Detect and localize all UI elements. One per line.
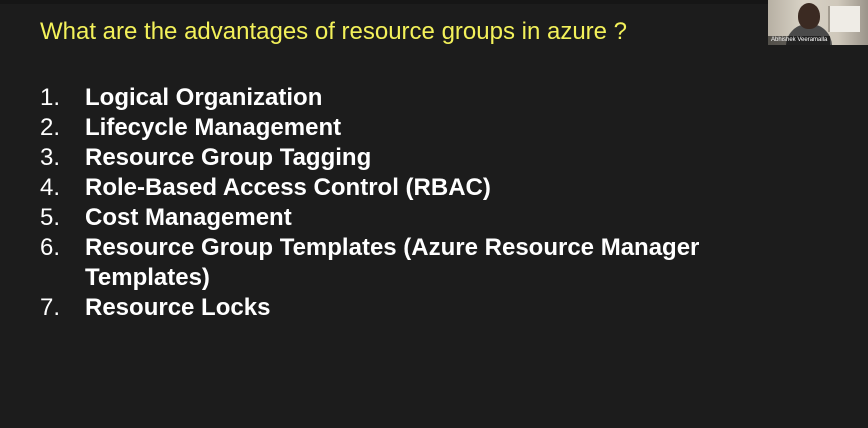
list-item-text: Resource Locks: [85, 294, 271, 321]
list-item-text: Cost Management: [85, 204, 292, 231]
slide-title: What are the advantages of resource grou…: [40, 18, 628, 45]
list-item-text: Lifecycle Management: [85, 114, 342, 141]
participant-video-tile[interactable]: Abhishek Veeramalla: [768, 0, 868, 45]
list-item-text: Role-Based Access Control (RBAC): [85, 174, 491, 201]
list-item-text: Logical Organization: [85, 84, 323, 111]
list-item: 3. Resource Group Tagging: [40, 143, 780, 173]
list-item-number: 3.: [40, 144, 61, 171]
list-item-number: 6.: [40, 234, 61, 261]
list-item: 4. Role-Based Access Control (RBAC): [40, 173, 780, 203]
list-item-number: 4.: [40, 174, 61, 201]
window-top-strip: [0, 0, 868, 4]
list-item: 2. Lifecycle Management: [40, 113, 780, 143]
list-item: 7. Resource Locks: [40, 293, 780, 323]
list-item-number: 5.: [40, 204, 61, 231]
advantages-list: 1. Logical Organization 2. Lifecycle Man…: [40, 83, 780, 323]
list-item: 1. Logical Organization: [40, 83, 780, 113]
video-background-shelf: [828, 6, 860, 32]
list-item-text: Resource Group Templates (Azure Resource…: [85, 234, 700, 291]
list-item-text: Resource Group Tagging: [85, 144, 372, 171]
participant-head: [798, 3, 820, 29]
participant-name-label: Abhishek Veeramalla: [768, 36, 831, 45]
list-item-number: 7.: [40, 294, 61, 321]
list-item: 6. Resource Group Templates (Azure Resou…: [40, 233, 780, 293]
list-item: 5. Cost Management: [40, 203, 780, 233]
list-item-number: 2.: [40, 114, 61, 141]
shared-screen: What are the advantages of resource grou…: [0, 0, 868, 428]
list-item-number: 1.: [40, 84, 61, 111]
